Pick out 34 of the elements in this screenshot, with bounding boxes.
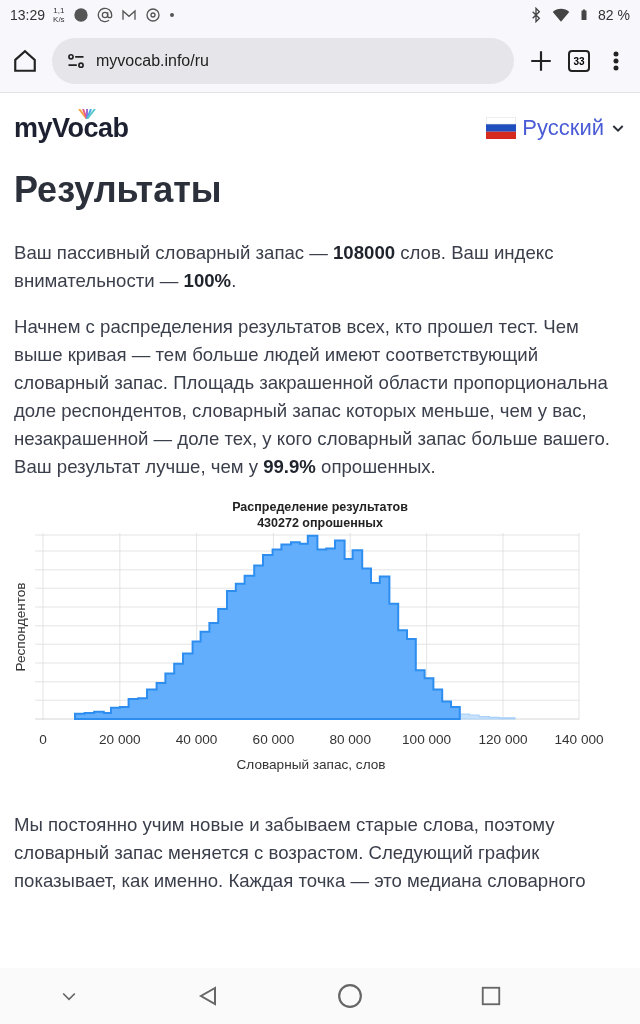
- chart-subtitle: 430272 опрошенных: [257, 515, 383, 531]
- at-sign-icon: [96, 7, 113, 23]
- axis-tick-label: 40 000: [175, 731, 218, 747]
- plus-icon[interactable]: [528, 48, 554, 74]
- axis-title: Респондентов: [13, 582, 28, 672]
- axis-tick-label: 60 000: [252, 731, 295, 747]
- wifi-icon: [552, 6, 571, 24]
- address-bar[interactable]: myvocab.info/ru: [52, 38, 514, 84]
- network-speed: 1,1 K/s: [53, 6, 65, 24]
- axis-tick-label: 80 000: [329, 731, 371, 747]
- axis-tick-label: 20 000: [99, 731, 141, 747]
- paragraph: Ваш пассивный словарный запас — 108000 слов. Ваш индекс внимательности — 100%.: [14, 241, 555, 293]
- flag-icon: [486, 117, 517, 139]
- notification-icon: [72, 7, 89, 23]
- logo[interactable]: myVocab: [14, 112, 129, 144]
- paragraph: Мы постоянно учим новые и забываем старые слова, поэтому словарный запас меняется с возрастом. Следующий график показывает, как именно. Каждая точка — это медиана словарного: [14, 813, 587, 893]
- browser-icon: [144, 7, 161, 23]
- status-time: 13:29: [10, 7, 46, 23]
- home-icon[interactable]: [12, 48, 38, 74]
- axis-tick-label: 0: [39, 731, 47, 747]
- axis-tick-label: 100 000: [402, 731, 452, 747]
- site-settings-icon: [66, 51, 86, 71]
- axis-tick-label: 140 000: [554, 731, 604, 747]
- chart-title: Распределение результатов: [232, 499, 408, 515]
- axis-title: Словарный запас, слов: [236, 757, 386, 772]
- battery-percentage: 82 %: [598, 7, 630, 23]
- axis-tick-label: 120 000: [478, 731, 528, 747]
- recents-icon[interactable]: [479, 985, 502, 1007]
- language-selector[interactable]: Русский: [486, 115, 626, 141]
- paragraph: Начнем с распределения результатов всех, кто прошел тест. Чем выше кривая — тем больше людей имеют соответствующий словарный запас. Площадь закрашенной области пропорциональна доле респондентов, словарный запас которых меньше, чем у вас, незакрашенной — доле тех, у кого словарный запас больше вашего. Ваш результат лучше, чем у 99.9% опрошенных.: [14, 315, 612, 479]
- mail-icon: [120, 7, 137, 23]
- page-title: Результаты: [14, 169, 223, 211]
- dot-icon: [168, 12, 175, 18]
- tab-count-button[interactable]: 33: [568, 50, 590, 72]
